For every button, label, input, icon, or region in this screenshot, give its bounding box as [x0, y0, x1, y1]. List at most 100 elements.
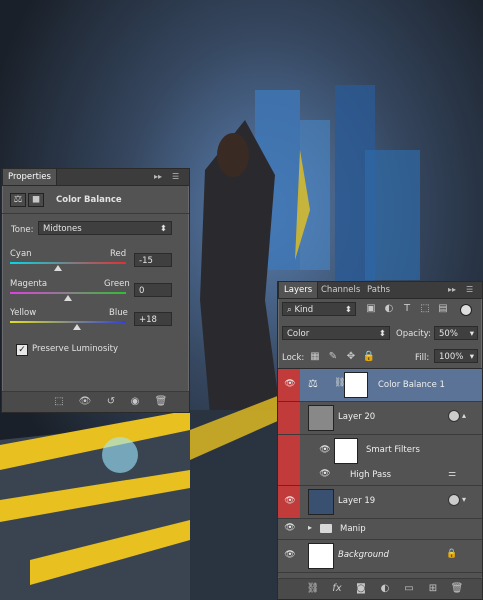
layer-thumbnail[interactable]	[308, 405, 334, 431]
eye-icon[interactable]: 👁	[281, 379, 299, 389]
filter-smart-object-icon[interactable]: ▤	[436, 303, 450, 315]
magenta-green-track[interactable]	[10, 292, 126, 294]
tab-channels[interactable]: Channels	[316, 282, 365, 298]
slider-right-label: Blue	[109, 308, 128, 318]
filter-kind-dropdown[interactable]: ⌕ Kind ⬍	[282, 302, 356, 316]
fill-input[interactable]: 100% ▾	[434, 349, 478, 363]
tab-layers[interactable]: Layers	[278, 282, 319, 298]
slider-magenta-green: Magenta Green 0	[2, 275, 189, 303]
lock-move-icon[interactable]: ✥	[344, 351, 358, 363]
layer-row-layer-20[interactable]: Layer 20 ▴	[278, 402, 482, 435]
panel-menu-icon[interactable]: ☰	[466, 285, 473, 295]
properties-tabbar: Properties ▸▸ ☰	[2, 169, 189, 186]
panel-menu-icon[interactable]: ☰	[172, 172, 179, 182]
eye-icon[interactable]: 👁	[281, 496, 299, 506]
smart-filter-badge-icon	[448, 494, 460, 506]
layer-mask-icon[interactable]: ◼	[28, 193, 44, 207]
eye-icon[interactable]: 👁	[316, 445, 334, 455]
adjustment-header: ⚖ ◼ Color Balance	[10, 191, 180, 209]
magenta-green-value-input[interactable]: 0	[134, 283, 172, 297]
lock-all-icon[interactable]: 🔒	[362, 351, 376, 363]
lock-label: Lock:	[282, 353, 305, 363]
visibility-cell	[278, 465, 300, 485]
new-layer-icon[interactable]: ⊞	[426, 583, 440, 595]
filter-name[interactable]: High Pass	[350, 470, 391, 480]
layers-tabbar: Layers Channels Paths ▸▸ ☰	[278, 282, 482, 299]
trash-icon[interactable]: 🗑	[450, 583, 464, 595]
yellow-blue-thumb[interactable]	[73, 324, 81, 330]
cyan-red-thumb[interactable]	[54, 265, 62, 271]
collapse-icon[interactable]: ▸▸	[154, 172, 162, 182]
layer-row-smart-filters[interactable]: 👁 Smart Filters	[278, 435, 482, 465]
preserve-luminosity-label: Preserve Luminosity	[32, 344, 118, 354]
add-mask-icon[interactable]: ◙	[354, 583, 368, 595]
dropdown-arrow-icon: ▾	[469, 352, 474, 362]
slider-left-label: Magenta	[10, 279, 48, 289]
expand-arrow-icon[interactable]: ▸	[308, 523, 312, 532]
filter-shape-icon[interactable]: ⬚	[418, 303, 432, 315]
reset-icon[interactable]: ↺	[104, 396, 118, 408]
dropdown-arrow-icon: ⬍	[378, 329, 386, 339]
slider-left-label: Yellow	[10, 308, 37, 318]
layer-row-background[interactable]: 👁 Background 🔒	[278, 540, 482, 573]
filter-adjustment-icon[interactable]: ◐	[382, 303, 396, 315]
visibility-cell	[278, 435, 300, 465]
slider-right-label: Red	[110, 249, 127, 259]
layer-row-high-pass[interactable]: 👁 High Pass ⚌	[278, 465, 482, 486]
view-previous-icon[interactable]: 👁	[78, 396, 92, 408]
fx-icon[interactable]: fx	[330, 583, 344, 595]
layer-row-manip-group[interactable]: 👁 ▸ Manip	[278, 519, 482, 540]
new-group-icon[interactable]: ▭	[402, 583, 416, 595]
group-name[interactable]: Manip	[340, 524, 366, 534]
dropdown-arrow-icon: ⬍	[344, 305, 352, 315]
blending-options-icon[interactable]: ⚌	[448, 469, 456, 479]
filter-mask-thumbnail[interactable]	[334, 438, 358, 464]
layer-name[interactable]: Background	[338, 550, 389, 560]
tone-dropdown[interactable]: Midtones ⬍	[38, 221, 172, 235]
dropdown-arrow-icon: ⬍	[159, 224, 167, 234]
filter-type-icon[interactable]: T	[400, 303, 414, 315]
layer-name[interactable]: Layer 19	[338, 496, 375, 506]
layer-thumbnail[interactable]	[308, 543, 334, 569]
cyan-red-value-input[interactable]: -15	[134, 253, 172, 267]
magenta-green-thumb[interactable]	[64, 295, 72, 301]
smart-filters-label: Smart Filters	[366, 445, 420, 455]
yellow-blue-track[interactable]	[10, 321, 126, 323]
eye-icon[interactable]: 👁	[316, 469, 334, 479]
yellow-blue-value-input[interactable]: +18	[134, 312, 172, 326]
expand-arrow-icon[interactable]: ▾	[462, 495, 466, 504]
new-adjustment-icon[interactable]: ◐	[378, 583, 392, 595]
balance-scale-icon: ⚖	[10, 193, 26, 207]
layer-row-color-balance[interactable]: 👁 ⚖ ⛓ Color Balance 1	[278, 369, 482, 402]
eye-icon[interactable]: 👁	[281, 523, 299, 533]
tone-label: Tone:	[11, 225, 34, 235]
cyan-red-track[interactable]	[10, 262, 126, 264]
eye-icon[interactable]: 👁	[281, 550, 299, 560]
visibility-icon[interactable]: ◉	[128, 396, 142, 408]
trash-icon[interactable]: 🗑	[154, 396, 168, 408]
checkbox-checked-icon[interactable]: ✓	[16, 344, 28, 356]
expand-arrow-icon[interactable]: ▴	[462, 411, 466, 420]
opacity-input[interactable]: 50% ▾	[434, 326, 478, 340]
layer-name[interactable]: Layer 20	[338, 412, 375, 422]
collapse-icon[interactable]: ▸▸	[448, 285, 456, 295]
slider-left-label: Cyan	[10, 249, 32, 259]
tab-properties[interactable]: Properties	[2, 169, 57, 185]
adjustment-title: Color Balance	[56, 195, 122, 205]
properties-footer: ⬚ 👁 ↺ ◉ 🗑	[2, 391, 189, 412]
layer-thumbnail[interactable]	[308, 489, 334, 515]
fill-label: Fill:	[415, 353, 430, 363]
layer-name[interactable]: Color Balance 1	[378, 380, 445, 390]
filter-pixel-icon[interactable]: ▣	[364, 303, 378, 315]
lock-transparent-icon[interactable]: ▦	[308, 351, 322, 363]
clip-to-layer-icon[interactable]: ⬚	[52, 396, 66, 408]
lock-brush-icon[interactable]: ✎	[326, 351, 340, 363]
opacity-label: Opacity:	[396, 329, 431, 339]
blend-mode-dropdown[interactable]: Color ⬍	[282, 326, 390, 340]
layer-row-layer-19[interactable]: 👁 Layer 19 ▾	[278, 486, 482, 519]
filter-toggle-icon[interactable]	[460, 304, 472, 316]
tab-paths[interactable]: Paths	[362, 282, 395, 298]
preserve-luminosity-row[interactable]: ✓ Preserve Luminosity	[16, 343, 176, 357]
link-layers-icon[interactable]: ⛓	[306, 583, 320, 595]
mask-thumbnail[interactable]	[344, 372, 368, 398]
